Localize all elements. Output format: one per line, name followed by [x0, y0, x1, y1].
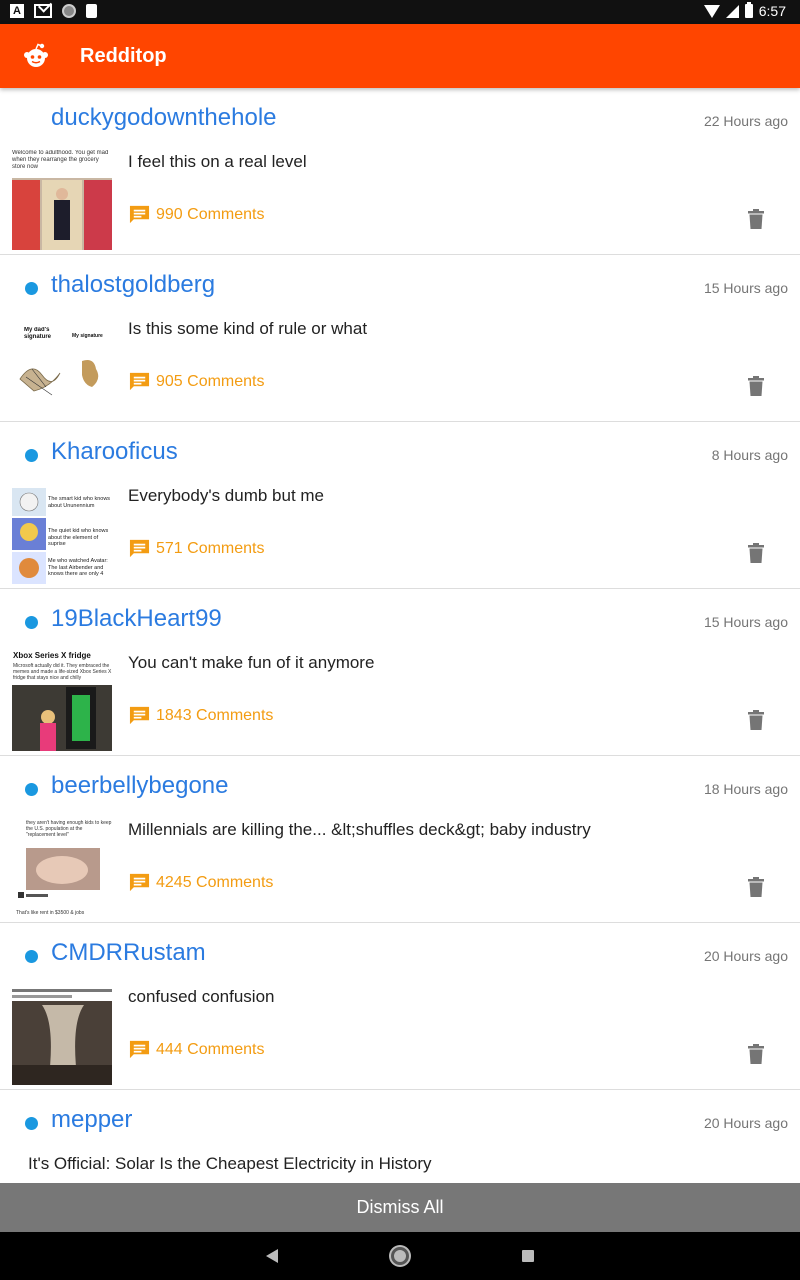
comments-count: 4245 Comments [156, 873, 274, 891]
comments-link[interactable]: 444 Comments [128, 1039, 265, 1060]
post-thumbnail[interactable]: Xbox Series X fridge Microsoft actually … [12, 651, 112, 751]
post-title[interactable]: Millennials are killing the... &lt;shuff… [128, 820, 591, 840]
post-title[interactable]: Everybody's dumb but me [128, 486, 324, 506]
unread-indicator [25, 616, 38, 629]
reddit-logo-icon [24, 43, 48, 67]
comments-link[interactable]: 4245 Comments [128, 872, 273, 893]
post-item[interactable]: 19BlackHeart99 15 Hours ago Xbox Series … [0, 589, 800, 756]
post-title[interactable]: You can't make fun of it anymore [128, 653, 374, 673]
post-list[interactable]: duckygodownthehole 22 Hours ago Welcome … [0, 88, 800, 1183]
app-notification-icon [62, 4, 76, 18]
post-author[interactable]: CMDRRustam [51, 939, 206, 967]
post-thumbnail[interactable]: Welcome to adulthood. You get mad when t… [12, 150, 112, 250]
post-time: 8 Hours ago [711, 447, 788, 463]
comments-count: 444 Comments [156, 1040, 265, 1058]
post-item[interactable]: thalostgoldberg 15 Hours ago My dad's si… [0, 255, 800, 422]
thumb-caption: The quiet kid who knows about the elemen… [48, 528, 109, 547]
delete-icon[interactable] [748, 209, 764, 229]
status-bar: A 6:57 [0, 0, 800, 24]
delete-icon[interactable] [748, 543, 764, 563]
recents-icon[interactable] [522, 1250, 534, 1262]
comment-icon [129, 372, 150, 391]
comments-count: 990 Comments [156, 205, 265, 223]
status-time: 6:57 [758, 3, 786, 19]
post-item[interactable]: Kharooficus 8 Hours ago The smart kid wh… [0, 422, 800, 589]
post-time: 18 Hours ago [703, 781, 788, 797]
comment-icon [129, 539, 150, 558]
post-thumbnail[interactable] [12, 985, 112, 1085]
comments-count: 1843 Comments [156, 706, 274, 724]
comments-link[interactable]: 905 Comments [128, 371, 265, 392]
post-author[interactable]: mepper [51, 1106, 132, 1134]
post-title[interactable]: I feel this on a real level [128, 152, 307, 172]
unread-indicator [25, 950, 38, 963]
post-title[interactable]: Is this some kind of rule or what [128, 319, 367, 339]
sd-card-icon [86, 4, 97, 18]
system-nav-bar [0, 1232, 800, 1280]
thumb-caption: Xbox Series X fridge [13, 651, 91, 660]
thumb-caption: My dad's signature [24, 327, 52, 340]
post-time: 15 Hours ago [703, 280, 788, 296]
thumb-caption: Welcome to adulthood. You get mad when t… [12, 150, 109, 170]
post-author[interactable]: Kharooficus [51, 438, 178, 466]
post-author[interactable]: thalostgoldberg [51, 271, 215, 299]
post-item[interactable]: duckygodownthehole 22 Hours ago Welcome … [0, 88, 800, 255]
comments-link[interactable]: 1843 Comments [128, 705, 273, 726]
gmail-icon [34, 4, 52, 18]
thumb-caption: they aren't having enough kids to keep t… [26, 820, 112, 838]
post-thumbnail[interactable]: The smart kid who knows about Ununennium… [12, 484, 112, 584]
unread-indicator [25, 783, 38, 796]
app-title: Redditop [80, 45, 167, 67]
comment-icon [129, 1040, 150, 1059]
thumb-caption: That's like rent in $3500 & jobs [16, 910, 85, 916]
delete-icon[interactable] [748, 877, 764, 897]
unread-indicator [25, 282, 38, 295]
post-title[interactable]: confused confusion [128, 987, 275, 1007]
unread-indicator [25, 449, 38, 462]
comments-count: 905 Comments [156, 372, 265, 390]
post-time: 15 Hours ago [703, 614, 788, 630]
comments-count: 571 Comments [156, 539, 265, 557]
post-author[interactable]: beerbellybegone [51, 772, 228, 800]
battery-icon [744, 2, 753, 18]
post-thumbnail[interactable]: they aren't having enough kids to keep t… [12, 818, 112, 918]
dismiss-all-button[interactable]: Dismiss All [0, 1183, 800, 1232]
thumb-caption: My signature [72, 333, 103, 339]
post-item[interactable]: mepper 20 Hours ago It's Official: Solar… [0, 1090, 800, 1183]
thumb-caption: Microsoft actually did it. They embraced… [13, 663, 112, 681]
wifi-icon [703, 4, 720, 18]
post-time: 20 Hours ago [703, 948, 788, 964]
post-title[interactable]: It's Official: Solar Is the Cheapest Ele… [28, 1154, 432, 1174]
post-item[interactable]: beerbellybegone 18 Hours ago they aren't… [0, 756, 800, 923]
app-bar: Redditop [0, 24, 800, 88]
unread-indicator [25, 1117, 38, 1130]
notification-a-icon: A [10, 4, 24, 18]
post-author[interactable]: duckygodownthehole [51, 104, 277, 132]
thumb-caption: Me who watched Avatar: The last Airbende… [48, 558, 108, 577]
delete-icon[interactable] [748, 710, 764, 730]
cellular-signal-icon [725, 4, 739, 18]
comment-icon [129, 205, 150, 224]
post-thumbnail[interactable]: My dad's signature My signature [12, 317, 112, 417]
back-icon[interactable] [266, 1249, 278, 1263]
delete-icon[interactable] [748, 376, 764, 396]
comments-link[interactable]: 990 Comments [128, 204, 265, 225]
post-item[interactable]: CMDRRustam 20 Hours ago confused confusi… [0, 923, 800, 1090]
post-author[interactable]: 19BlackHeart99 [51, 605, 222, 633]
comments-link[interactable]: 571 Comments [128, 538, 265, 559]
delete-icon[interactable] [748, 1044, 764, 1064]
thumb-caption: The smart kid who knows about Ununennium [48, 496, 111, 509]
post-time: 22 Hours ago [703, 113, 788, 129]
comment-icon [129, 706, 150, 725]
comment-icon [129, 873, 150, 892]
home-icon[interactable] [391, 1247, 409, 1265]
post-time: 20 Hours ago [703, 1115, 788, 1131]
